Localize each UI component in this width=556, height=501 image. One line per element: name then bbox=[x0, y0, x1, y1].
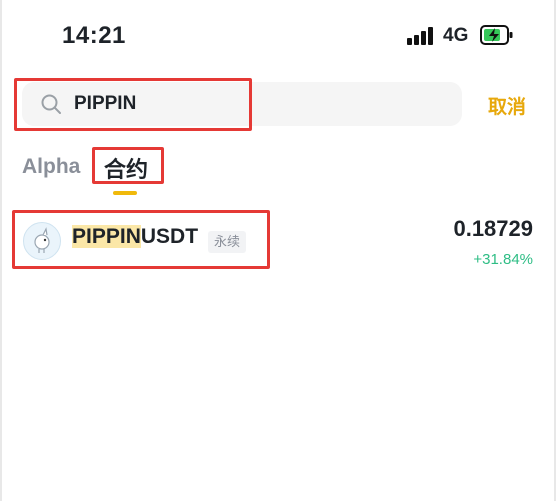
signal-icon bbox=[407, 27, 435, 45]
cancel-button[interactable]: 取消 bbox=[488, 92, 526, 119]
network-type: 4G bbox=[443, 25, 469, 46]
status-time: 14:21 bbox=[62, 22, 126, 49]
annotation-box-tab bbox=[92, 147, 164, 184]
battery-charging-icon bbox=[480, 25, 513, 45]
annotation-box-search bbox=[14, 78, 252, 131]
frame-left-border bbox=[0, 0, 2, 501]
last-price: 0.18729 bbox=[453, 216, 533, 241]
price-change: +31.84% bbox=[473, 251, 533, 268]
status-bar: 14:21 4G bbox=[0, 0, 556, 70]
annotation-box-result bbox=[12, 210, 270, 269]
tab-alpha[interactable]: Alpha bbox=[22, 155, 80, 179]
active-tab-indicator bbox=[113, 191, 137, 195]
